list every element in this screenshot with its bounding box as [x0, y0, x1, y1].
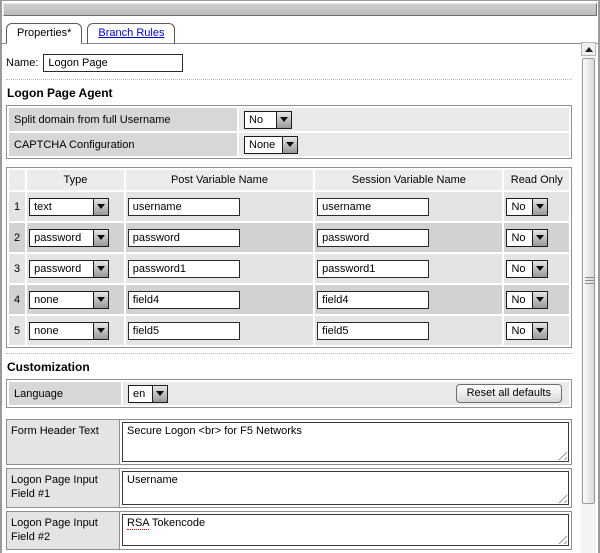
field-4-readonly-select[interactable]: No — [506, 291, 548, 309]
name-row: Name: — [6, 54, 587, 72]
form-header-text-row: Form Header Text Secure Logon <br> for F… — [6, 419, 572, 465]
reset-all-defaults-button[interactable]: Reset all defaults — [456, 384, 562, 403]
resize-grip-icon[interactable] — [557, 534, 567, 544]
chevron-down-icon — [532, 323, 547, 339]
agent-settings-table: Split domain from full Username No CAPTC… — [6, 105, 572, 159]
num-header — [9, 170, 25, 190]
field-1-type-select[interactable]: text — [29, 198, 109, 216]
chevron-down-icon — [93, 323, 108, 339]
field-2-post-input[interactable] — [128, 229, 240, 247]
logon-field-2-textarea[interactable]: RSA Tokencode — [122, 514, 569, 546]
separator — [6, 353, 572, 354]
scroll-up-button[interactable] — [581, 42, 596, 56]
captcha-row: CAPTCHA Configuration None — [9, 133, 569, 156]
field-5-session-input[interactable] — [317, 322, 429, 340]
resize-grip-icon[interactable] — [557, 450, 567, 460]
table-header-row: Type Post Variable Name Session Variable… — [9, 170, 569, 190]
separator — [6, 79, 572, 80]
spellcheck-flagged-word: RSA — [127, 517, 149, 530]
logon-field-1-label: Logon Page Input Field #1 — [7, 469, 120, 507]
tab-branch-rules[interactable]: Branch Rules — [87, 23, 175, 44]
field-4-post-input[interactable] — [128, 291, 240, 309]
tab-strip: Properties* Branch Rules — [2, 21, 598, 44]
field-3-post-input[interactable] — [128, 260, 240, 278]
field-row-4: 4 none No — [9, 285, 569, 314]
chevron-down-icon — [532, 292, 547, 308]
row-number: 5 — [9, 316, 25, 345]
chevron-down-icon — [93, 261, 108, 277]
customization-section-title: Customization — [7, 360, 587, 374]
post-var-header: Post Variable Name — [126, 170, 313, 190]
chevron-down-icon — [93, 230, 108, 246]
row-number: 4 — [9, 285, 25, 314]
split-domain-value: No — [245, 112, 276, 128]
form-header-text-textarea[interactable]: Secure Logon <br> for F5 Networks — [122, 422, 569, 462]
language-value: en — [129, 386, 152, 402]
field-row-5: 5 none No — [9, 316, 569, 345]
name-label: Name: — [6, 57, 38, 69]
field-5-readonly-select[interactable]: No — [506, 322, 548, 340]
chevron-down-icon — [276, 112, 291, 128]
chevron-down-icon — [532, 199, 547, 215]
chevron-down-icon — [152, 386, 167, 402]
language-table: Language en Reset all defaults — [6, 379, 572, 408]
row-number: 2 — [9, 223, 25, 252]
session-var-header: Session Variable Name — [315, 170, 502, 190]
logon-field-1-textarea[interactable]: Username — [122, 471, 569, 505]
field-4-type-select[interactable]: none — [29, 291, 109, 309]
field-2-session-input[interactable] — [317, 229, 429, 247]
chevron-down-icon — [93, 292, 108, 308]
vertical-scrollbar[interactable] — [581, 42, 596, 553]
field-3-readonly-select[interactable]: No — [506, 260, 548, 278]
window-titlebar[interactable] — [3, 3, 597, 16]
logon-fields-table: Type Post Variable Name Session Variable… — [6, 167, 572, 348]
type-header: Type — [27, 170, 124, 190]
captcha-select[interactable]: None — [244, 136, 298, 154]
field-3-session-input[interactable] — [317, 260, 429, 278]
tab-properties-label: Properties* — [17, 27, 71, 39]
properties-panel: Name: Logon Page Agent Split domain from… — [2, 54, 587, 553]
agent-section-title: Logon Page Agent — [7, 86, 587, 100]
row-number: 3 — [9, 254, 25, 283]
split-domain-label: Split domain from full Username — [9, 108, 237, 131]
scrollbar-grip-icon — [585, 277, 594, 285]
field-1-session-input[interactable] — [317, 198, 429, 216]
logon-field-1-row: Logon Page Input Field #1 Username — [6, 468, 572, 508]
field-4-session-input[interactable] — [317, 291, 429, 309]
logon-field-2-row: Logon Page Input Field #2 RSA Tokencode — [6, 511, 572, 550]
logon-field-2-label: Logon Page Input Field #2 — [7, 512, 120, 549]
readonly-header: Read Only — [504, 170, 569, 190]
language-select[interactable]: en — [128, 385, 168, 403]
language-label: Language — [9, 382, 121, 405]
split-domain-select[interactable]: No — [244, 111, 292, 129]
name-input[interactable] — [43, 54, 183, 72]
chevron-down-icon — [532, 230, 547, 246]
tab-properties[interactable]: Properties* — [6, 23, 82, 44]
form-header-text-label: Form Header Text — [7, 420, 120, 464]
chevron-down-icon — [532, 261, 547, 277]
field-5-type-select[interactable]: none — [29, 322, 109, 340]
field-2-type-select[interactable]: password — [29, 229, 109, 247]
captcha-value: None — [245, 137, 282, 153]
row-number: 1 — [9, 192, 25, 221]
chevron-down-icon — [282, 137, 297, 153]
field-2-readonly-select[interactable]: No — [506, 229, 548, 247]
field-1-post-input[interactable] — [128, 198, 240, 216]
field-row-2: 2 password No — [9, 223, 569, 252]
field-row-3: 3 password No — [9, 254, 569, 283]
field-3-type-select[interactable]: password — [29, 260, 109, 278]
scrollbar-thumb[interactable] — [582, 58, 595, 504]
chevron-down-icon — [93, 199, 108, 215]
field-row-1: 1 text No — [9, 192, 569, 221]
resize-grip-icon[interactable] — [557, 493, 567, 503]
arrow-up-icon — [585, 47, 593, 52]
split-domain-row: Split domain from full Username No — [9, 108, 569, 131]
language-row: Language en Reset all defaults — [9, 382, 569, 405]
logon-page-properties-window: Properties* Branch Rules Name: Logon Pag… — [0, 0, 600, 553]
field-5-post-input[interactable] — [128, 322, 240, 340]
captcha-label: CAPTCHA Configuration — [9, 133, 237, 156]
field-1-readonly-select[interactable]: No — [506, 198, 548, 216]
tab-branch-rules-label: Branch Rules — [98, 27, 164, 39]
